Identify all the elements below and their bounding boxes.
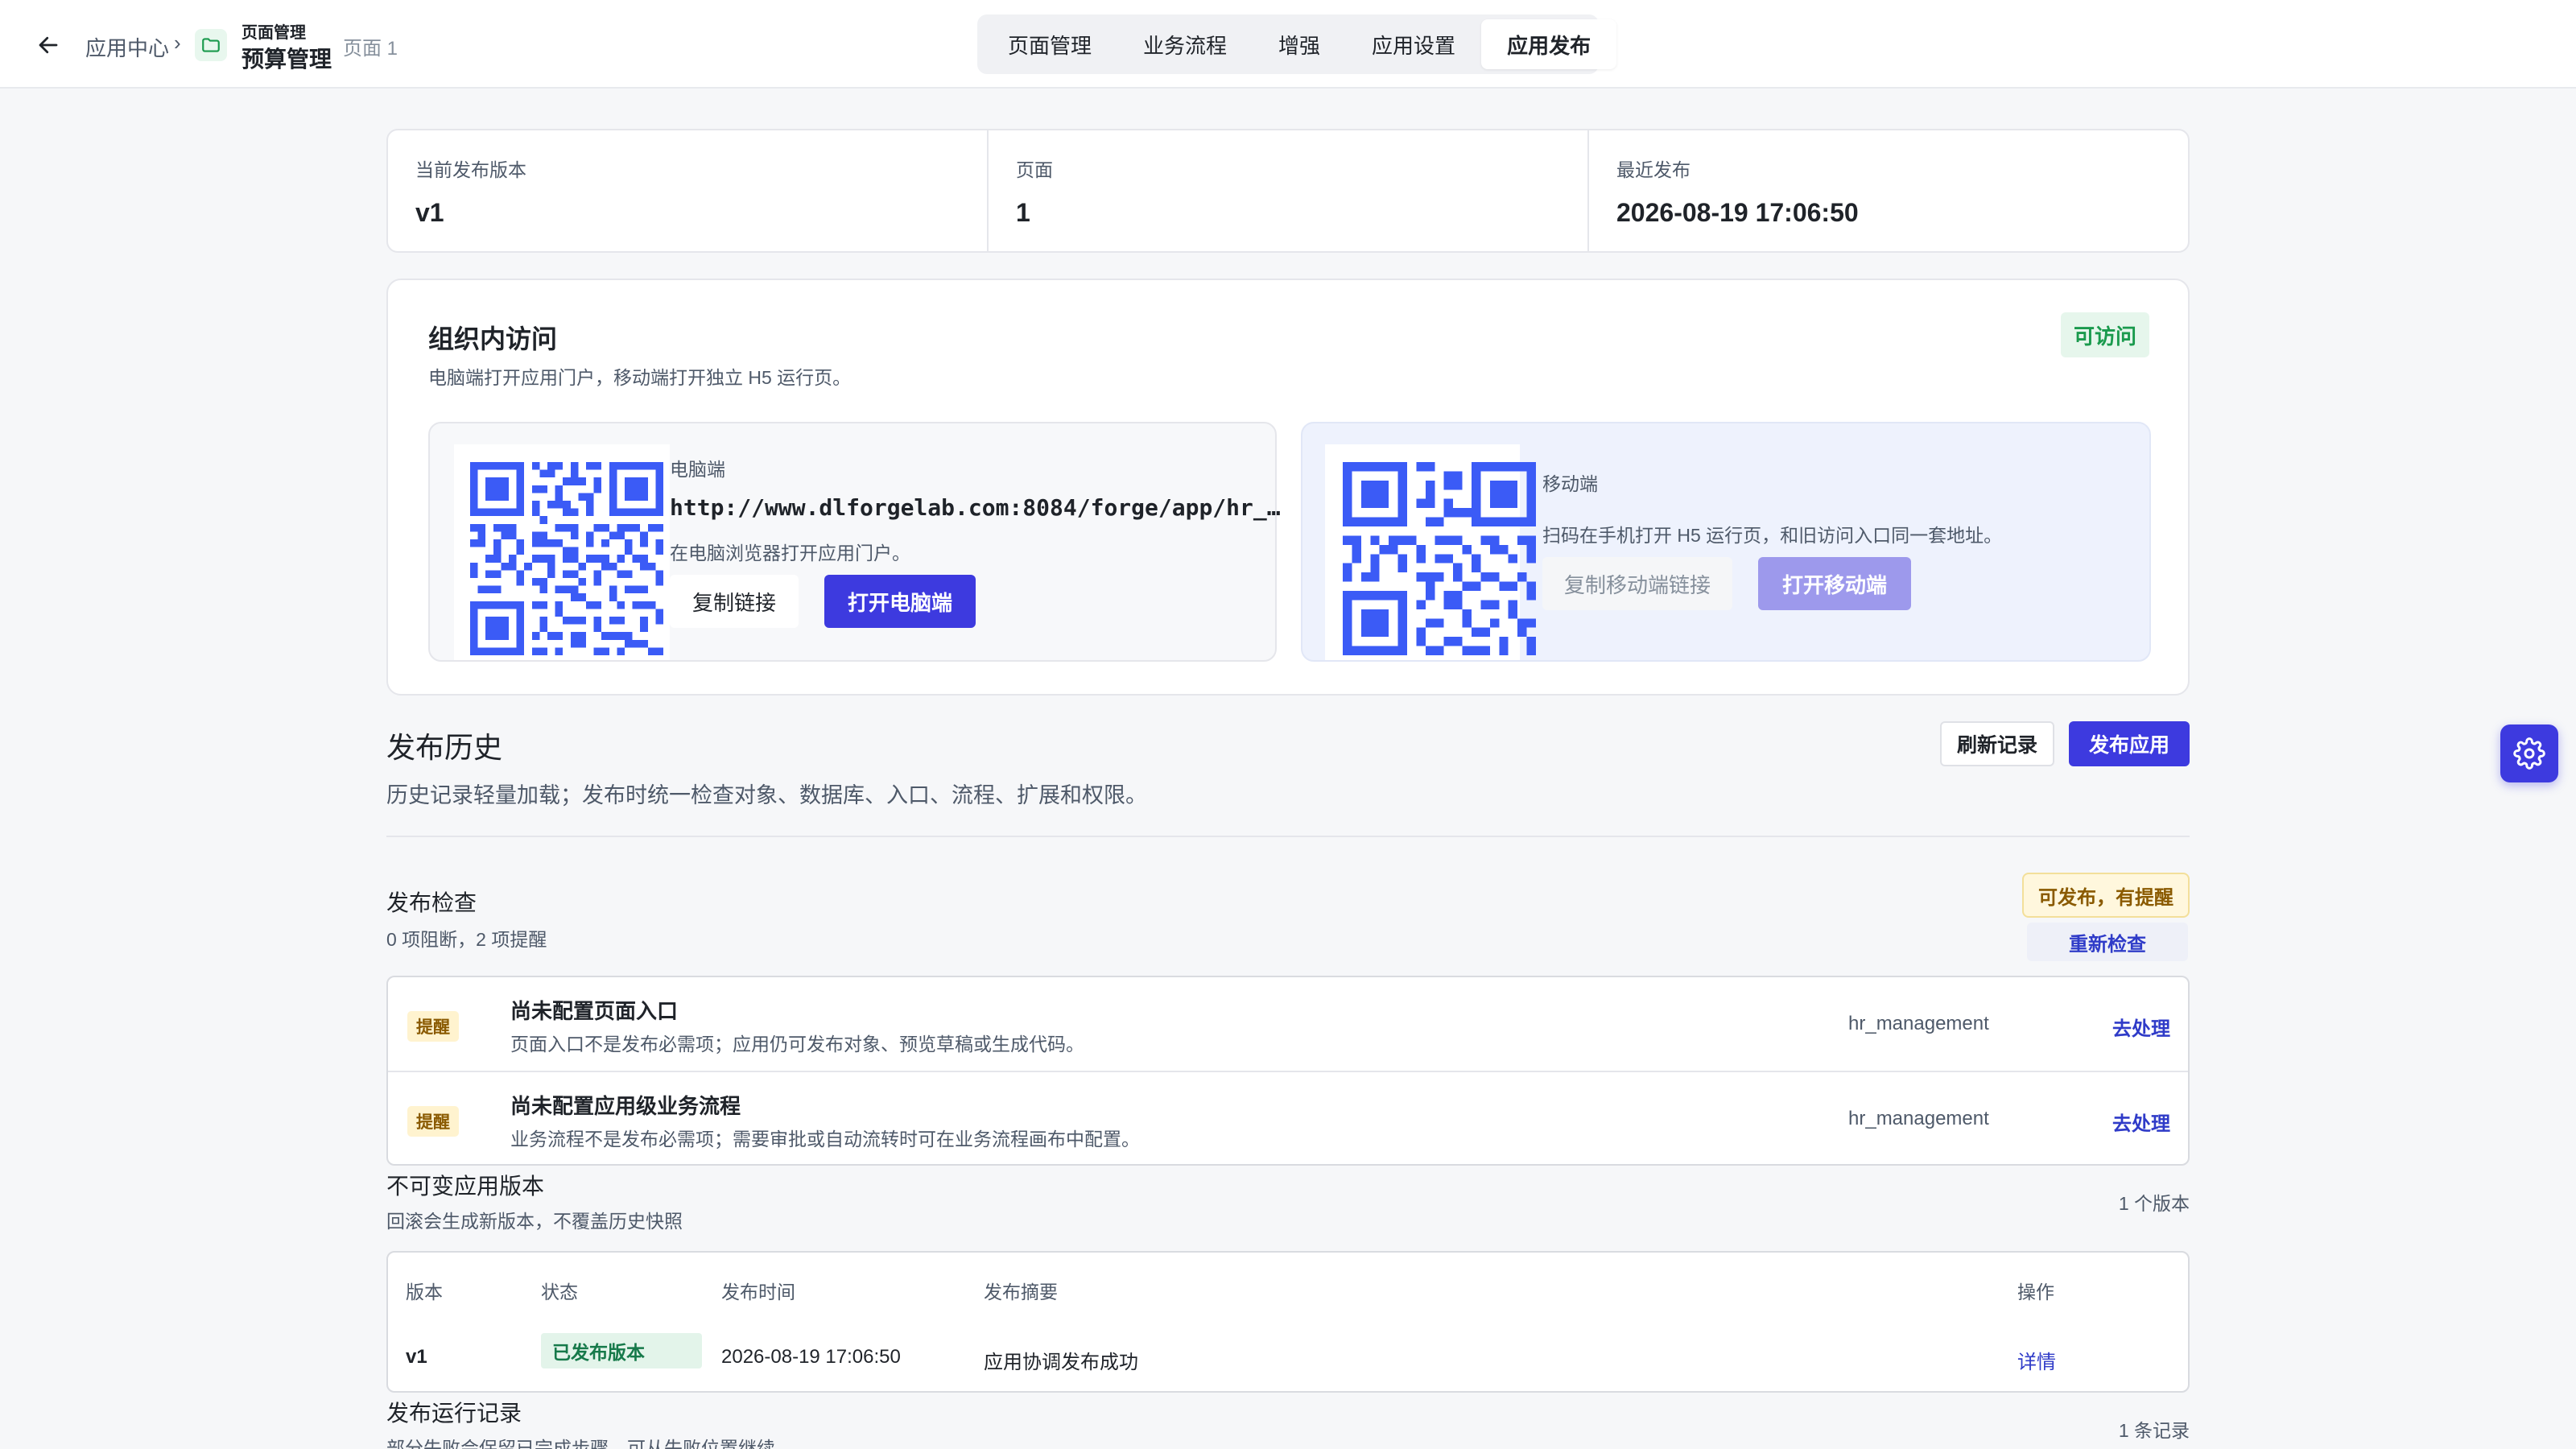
access-title: 组织内访问 — [428, 324, 558, 353]
mobile-qr-code — [1325, 444, 1536, 660]
tab-app-settings[interactable]: 应用设置 — [1346, 19, 1481, 69]
issue-title: 尚未配置应用级业务流程 — [510, 1094, 741, 1118]
publish-app-button[interactable]: 发布应用 — [2069, 721, 2190, 766]
stat-label: 最近发布 — [1616, 159, 1690, 180]
mobile-label: 移动端 — [1542, 473, 1598, 494]
warning-tag: 提醒 — [407, 1106, 459, 1137]
access-description: 电脑端打开应用门户，移动端打开独立 H5 运行页。 — [428, 367, 852, 388]
stat-value: 1 — [1016, 198, 1030, 227]
runs-count: 1 条记录 — [2118, 1420, 2190, 1441]
stat-pages: 页面 1 — [989, 130, 1589, 251]
section-divider — [386, 836, 2190, 837]
pc-label: 电脑端 — [670, 459, 725, 480]
page-label: 页面 1 — [343, 38, 398, 60]
pc-help: 在电脑浏览器打开应用门户。 — [670, 543, 910, 564]
versions-title: 不可变应用版本 — [386, 1174, 545, 1199]
pc-qr-code — [454, 444, 670, 660]
app-subtitle: 页面管理 — [242, 24, 306, 42]
refresh-records-button[interactable]: 刷新记录 — [1940, 721, 2054, 766]
versions-count: 1 个版本 — [2118, 1193, 2190, 1214]
issue-target: hr_management — [1848, 1108, 1989, 1129]
tab-enhance[interactable]: 增强 — [1253, 19, 1346, 69]
open-pc-button[interactable]: 打开电脑端 — [824, 575, 976, 628]
resolve-link[interactable]: 去处理 — [2112, 1013, 2170, 1041]
history-description: 历史记录轻量加载；发布时统一检查对象、数据库、入口、流程、扩展和权限。 — [386, 783, 1147, 807]
runs-subtitle: 部分失败会保留已完成步骤，可从失败位置继续 — [386, 1438, 775, 1449]
open-mobile-button[interactable]: 打开移动端 — [1758, 557, 1911, 610]
stat-current-version: 当前发布版本 v1 — [388, 130, 989, 251]
check-title: 发布检查 — [386, 890, 477, 915]
stat-label: 当前发布版本 — [415, 159, 526, 180]
column-header: 状态 — [541, 1282, 578, 1302]
check-summary: 0 项阻断，2 项提醒 — [386, 929, 547, 950]
settings-gear-icon[interactable] — [2500, 724, 2558, 782]
status-badge: 已发布版本 — [541, 1333, 702, 1368]
pc-url: http://www.dlforgelab.com:8084/forge/app… — [670, 494, 1281, 521]
summary-cell: 应用协调发布成功 — [984, 1352, 1138, 1373]
mobile-help: 扫码在手机打开 H5 运行页，和旧访问入口同一套地址。 — [1542, 525, 2003, 546]
stat-value: 2026-08-19 17:06:50 — [1616, 198, 1859, 227]
stat-value: v1 — [415, 198, 444, 227]
details-link[interactable]: 详情 — [2017, 1346, 2056, 1374]
stat-label: 页面 — [1016, 159, 1053, 180]
copy-pc-link-button[interactable]: 复制链接 — [670, 575, 799, 628]
publish-stats-card: 当前发布版本 v1 页面 1 最近发布 2026-08-19 17:06:50 — [386, 129, 2190, 253]
check-issues-list: 提醒 尚未配置页面入口 页面入口不是发布必需项；应用仍可发布对象、预览草稿或生成… — [386, 976, 2190, 1166]
list-item: 提醒 尚未配置页面入口 页面入口不是发布必需项；应用仍可发布对象、预览草稿或生成… — [388, 977, 2188, 1071]
accessible-badge: 可访问 — [2060, 312, 2149, 357]
issue-description: 页面入口不是发布必需项；应用仍可发布对象、预览草稿或生成代码。 — [510, 1034, 1084, 1055]
versions-table: 版本 状态 发布时间 发布摘要 操作 v1 已发布版本 2026-08-19 1… — [386, 1251, 2190, 1393]
pc-access-panel: 电脑端 http://www.dlforgelab.com:8084/forge… — [428, 422, 1281, 662]
recheck-button[interactable]: 重新检查 — [2027, 923, 2188, 961]
column-header: 操作 — [2017, 1282, 2054, 1302]
publishable-warning-badge: 可发布，有提醒 — [2022, 873, 2190, 918]
app-name: 预算管理 — [242, 47, 332, 72]
breadcrumb-separator: › — [174, 31, 181, 55]
top-bar: 应用中心 › 页面管理 预算管理 页面 1 页面管理 业务流程 增强 应用设置 … — [0, 0, 2576, 89]
mobile-access-panel: 移动端 扫码在手机打开 H5 运行页，和旧访问入口同一套地址。 复制移动端链接 … — [1301, 422, 2151, 662]
version-cell: v1 — [406, 1346, 427, 1368]
back-arrow-icon[interactable] — [32, 29, 64, 61]
publish-time-cell: 2026-08-19 17:06:50 — [721, 1346, 901, 1368]
warning-tag: 提醒 — [407, 1011, 459, 1042]
main-tabs: 页面管理 业务流程 增强 应用设置 应用发布 — [977, 14, 1617, 74]
org-access-card: 组织内访问 电脑端打开应用门户，移动端打开独立 H5 运行页。 可访问 电脑端 … — [386, 279, 2190, 696]
column-header: 版本 — [406, 1282, 443, 1302]
versions-subtitle: 回滚会生成新版本，不覆盖历史快照 — [386, 1211, 683, 1232]
copy-mobile-link-button[interactable]: 复制移动端链接 — [1542, 557, 1732, 610]
tab-page-management[interactable]: 页面管理 — [982, 19, 1117, 69]
issue-description: 业务流程不是发布必需项；需要审批或自动流转时可在业务流程画布中配置。 — [510, 1129, 1140, 1150]
column-header: 发布时间 — [721, 1282, 795, 1302]
issue-target: hr_management — [1848, 1013, 1989, 1034]
tab-business-flow[interactable]: 业务流程 — [1117, 19, 1253, 69]
breadcrumb-app-center[interactable]: 应用中心 — [85, 32, 169, 62]
column-header: 发布摘要 — [984, 1282, 1058, 1302]
folder-icon — [195, 29, 227, 61]
history-title: 发布历史 — [386, 731, 503, 764]
list-item: 提醒 尚未配置应用级业务流程 业务流程不是发布必需项；需要审批或自动流转时可在业… — [388, 1071, 2188, 1164]
runs-title: 发布运行记录 — [386, 1401, 522, 1426]
resolve-link[interactable]: 去处理 — [2112, 1108, 2170, 1136]
issue-title: 尚未配置页面入口 — [510, 999, 679, 1023]
stat-last-publish: 最近发布 2026-08-19 17:06:50 — [1589, 130, 2188, 251]
tab-app-publish[interactable]: 应用发布 — [1481, 19, 1617, 69]
